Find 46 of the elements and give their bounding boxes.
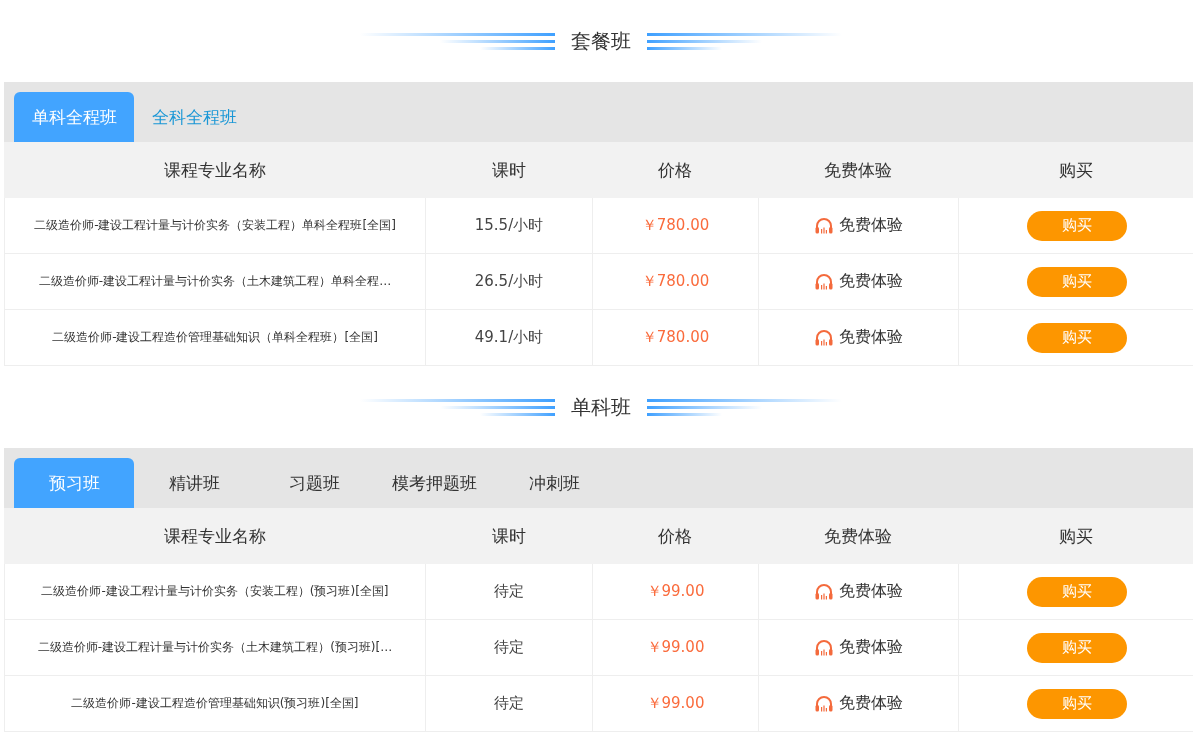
course-price: ￥99.00	[593, 676, 759, 731]
course-price: ￥99.00	[593, 620, 759, 675]
column-header: 课时	[490, 524, 527, 548]
course-hours: 待定	[426, 620, 593, 675]
column-header: 免费体验	[823, 524, 893, 548]
section-title: 套餐班	[570, 27, 631, 55]
free-trial-link[interactable]: 免费体验	[814, 637, 903, 658]
course-price: ￥780.00	[593, 198, 759, 253]
headphones-icon	[814, 329, 833, 346]
course-name: 二级造价师-建设工程计量与计价实务（安装工程）(预习班)[全国]	[5, 564, 426, 619]
course-hours: 49.1/小时	[426, 310, 593, 365]
column-header: 课程专业名称	[162, 524, 267, 548]
headphones-icon	[814, 695, 833, 712]
course-price: ￥780.00	[593, 310, 759, 365]
free-trial-link[interactable]: 免费体验	[814, 271, 903, 292]
tab[interactable]: 精讲班	[134, 458, 254, 508]
course-hours: 待定	[426, 676, 593, 731]
course-name: 二级造价师-建设工程计量与计价实务（安装工程）单科全程班[全国]	[5, 198, 426, 253]
column-header: 课程专业名称	[162, 158, 267, 182]
column-header: 购买	[1057, 524, 1094, 548]
course-price: ￥780.00	[593, 254, 759, 309]
course-name: 二级造价师-建设工程造价管理基础知识（单科全程班）[全国]	[5, 310, 426, 365]
free-trial-link[interactable]: 免费体验	[814, 215, 903, 236]
course-name: 二级造价师-建设工程计量与计价实务（土木建筑工程）(预习班)[…	[5, 620, 426, 675]
free-trial-link[interactable]: 免费体验	[814, 581, 903, 602]
course-hours: 待定	[426, 564, 593, 619]
course-hours: 26.5/小时	[426, 254, 593, 309]
tab[interactable]: 冲刺班	[494, 458, 614, 508]
column-header: 价格	[657, 524, 693, 548]
column-header: 课时	[490, 158, 527, 182]
free-trial-link[interactable]: 免费体验	[814, 693, 903, 714]
column-header: 免费体验	[823, 158, 893, 182]
course-hours: 15.5/小时	[426, 198, 593, 253]
tab[interactable]: 习题班	[254, 458, 374, 508]
course-price: ￥99.00	[593, 564, 759, 619]
free-trial-link[interactable]: 免费体验	[814, 327, 903, 348]
tab[interactable]: 模考押题班	[374, 458, 494, 508]
column-header: 价格	[657, 158, 693, 182]
column-header: 购买	[1057, 158, 1094, 182]
course-name: 二级造价师-建设工程计量与计价实务（土木建筑工程）单科全程…	[5, 254, 426, 309]
headphones-icon	[814, 639, 833, 656]
course-name: 二级造价师-建设工程造价管理基础知识(预习班)[全国]	[5, 676, 426, 731]
headphones-icon	[814, 217, 833, 234]
headphones-icon	[814, 583, 833, 600]
section-title: 单科班	[570, 393, 631, 421]
headphones-icon	[814, 273, 833, 290]
